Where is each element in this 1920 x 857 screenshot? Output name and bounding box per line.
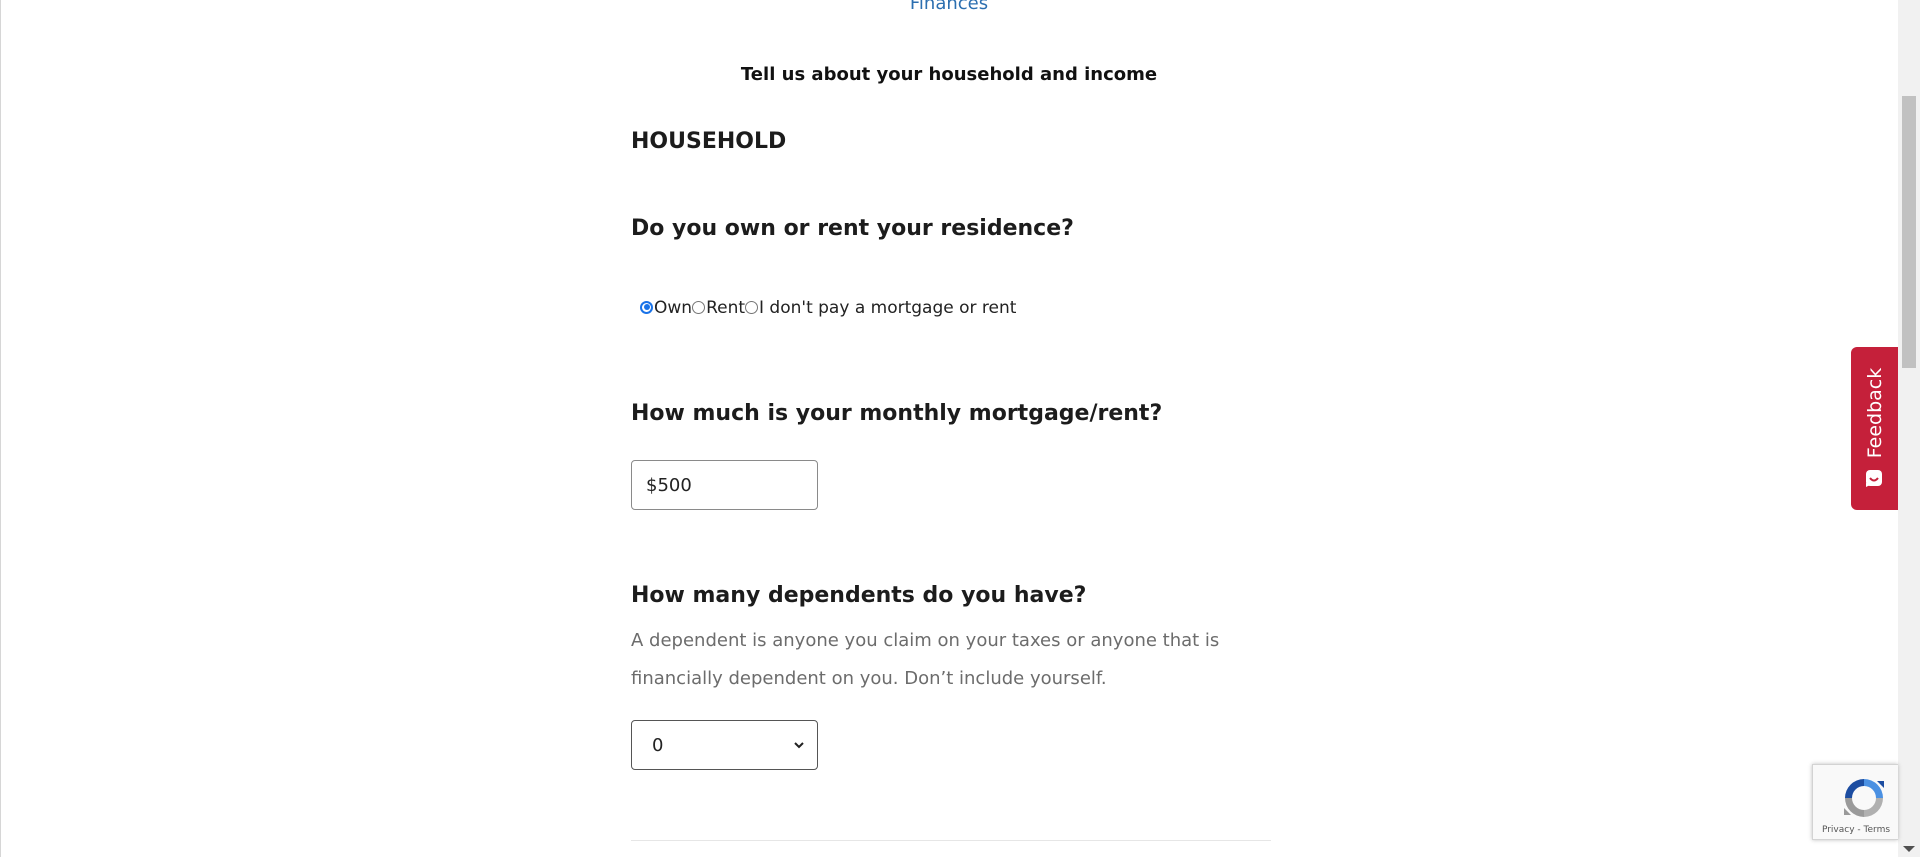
recaptcha-privacy-link[interactable]: Privacy bbox=[1822, 825, 1855, 835]
recaptcha-badge[interactable]: Privacy - Terms bbox=[1812, 764, 1898, 840]
mortgage-amount-value: $500 bbox=[646, 474, 692, 496]
dependents-help-text: A dependent is anyone you claim on your … bbox=[631, 630, 1220, 689]
smiley-chat-icon bbox=[1866, 470, 1882, 487]
radio-none[interactable] bbox=[745, 300, 759, 314]
radio-option-none[interactable]: I don't pay a mortgage or rent bbox=[745, 298, 1016, 318]
section-heading: HOUSEHOLD bbox=[631, 129, 787, 154]
residence-question: Do you own or rent your residence? bbox=[631, 216, 1074, 241]
recaptcha-separator: - bbox=[1857, 825, 1861, 835]
feedback-label: Feedback bbox=[1863, 367, 1886, 459]
page-subtitle: Tell us about your household and income bbox=[740, 64, 1158, 85]
chevron-down-icon bbox=[794, 742, 804, 749]
radio-label-own: Own bbox=[654, 298, 693, 318]
dependents-selected-value: 0 bbox=[652, 734, 664, 756]
vertical-scrollbar[interactable] bbox=[1898, 0, 1920, 857]
feedback-button[interactable]: Feedback bbox=[1851, 347, 1898, 510]
radio-option-own[interactable]: Own bbox=[640, 298, 692, 318]
mortgage-amount-input[interactable]: $500 bbox=[631, 460, 818, 510]
scrollbar-thumb[interactable] bbox=[1902, 96, 1916, 368]
dependents-question: How many dependents do you have? bbox=[631, 583, 1087, 608]
page-border bbox=[0, 0, 1, 857]
mortgage-question: How much is your monthly mortgage/rent? bbox=[631, 401, 1163, 426]
radio-label-rent: Rent bbox=[706, 298, 746, 318]
page: Finances Tell us about your household an… bbox=[0, 0, 1920, 857]
dependents-select[interactable]: 0 bbox=[631, 720, 818, 770]
recaptcha-terms-link[interactable]: Terms bbox=[1864, 825, 1891, 835]
radio-rent[interactable] bbox=[692, 300, 706, 314]
residence-radio-group: Own Rent I don't pay a mortgage or rent bbox=[640, 298, 1016, 318]
recaptcha-icon bbox=[1844, 779, 1884, 817]
radio-option-rent[interactable]: Rent bbox=[692, 298, 745, 318]
section-divider bbox=[631, 840, 1271, 841]
radio-own[interactable] bbox=[640, 300, 653, 314]
radio-label-none: I don't pay a mortgage or rent bbox=[759, 298, 1017, 318]
scroll-down-arrow-icon[interactable] bbox=[1903, 846, 1915, 852]
finances-link[interactable]: Finances bbox=[0, 0, 1898, 14]
recaptcha-links: Privacy - Terms bbox=[1813, 825, 1899, 835]
